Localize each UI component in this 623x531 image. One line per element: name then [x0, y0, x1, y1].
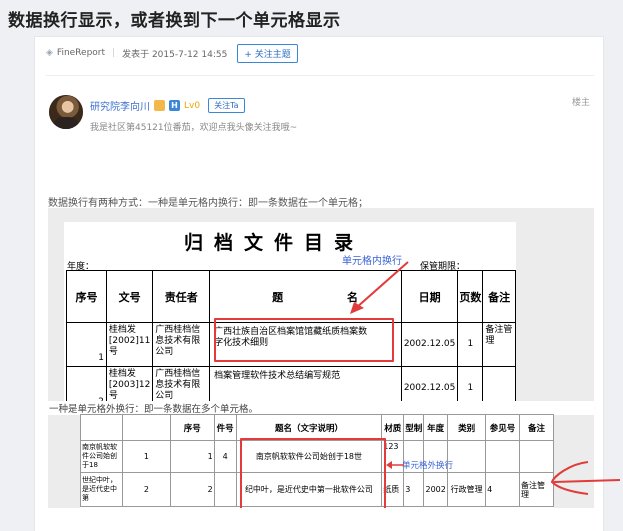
cell-no2: 1 — [169, 440, 215, 473]
posted-time: 发表于 2015-7-12 14:55 — [122, 49, 228, 60]
annotation-out-cell: 单元格外换行 — [402, 461, 454, 471]
hand-badge-icon — [154, 100, 165, 111]
header-cell: 类别 — [447, 414, 487, 441]
author-name[interactable]: 研究院李向川 — [90, 98, 150, 113]
header-cell: 备注 — [482, 270, 516, 323]
header-cell — [121, 414, 171, 441]
avatar-body — [53, 117, 79, 129]
header-title-char: 题 — [272, 290, 284, 304]
header-cell: 备注 — [519, 414, 554, 441]
avatar[interactable] — [49, 95, 83, 129]
cell-owner: 广西桂档信息技术有限公司 — [152, 322, 211, 367]
header-cell: 参见号 — [485, 414, 520, 441]
post-meta: ◈ FineReport | 发表于 2015-7-12 14:55 + 关注主… — [46, 43, 298, 63]
body-second: 一种是单元格外换行：即一条数据在多个单元格。 — [48, 401, 594, 415]
follow-topic-button[interactable]: + 关注主题 — [237, 43, 298, 63]
cell-no: 1 — [66, 322, 107, 367]
document-title: 归档文件目录 — [184, 232, 365, 254]
tag-icon: ◈ — [46, 48, 53, 58]
header-cell — [80, 414, 123, 441]
arrow-icon — [350, 261, 409, 314]
header-cell: 序号 — [66, 270, 107, 323]
cell-left: 世纪中叶，是近代史中第 — [80, 472, 123, 507]
category-link[interactable]: FineReport — [57, 48, 105, 58]
hand-drawn-arrow-icon — [550, 461, 621, 495]
table-header-row: 序号 件号 题名（文字说明） 材质 型制 年度 类别 参见号 备注 — [80, 414, 554, 441]
table-header-row: 序号 文号 责任者 题 名 日期 页数 备注 — [66, 270, 516, 323]
cell-ref — [485, 440, 520, 473]
extended-document: 序号 件号 题名（文字说明） 材质 型制 年度 类别 参见号 备注 南京帆软软件… — [80, 414, 554, 508]
cell-item: 4 — [213, 440, 237, 473]
header-cell: 型制 — [403, 414, 425, 441]
cell-file: 桂档发[2002]11号 — [105, 322, 154, 367]
cell-no: 2 — [121, 472, 171, 507]
cell-item — [213, 472, 237, 507]
archive-document: 归档文件目录 单元格内换行 年度： 保管期限： 序号 文号 责任者 题 名 日期… — [64, 222, 516, 412]
cell-ref: 4 — [485, 472, 520, 507]
body-intro: 数据换行有两种方式：一种是单元格内换行：即一条数据在一个单元格； — [48, 198, 368, 209]
header-cell: 件号 — [213, 414, 237, 441]
author-intro: 我是社区第45121位番茄，欢迎点我头像关注我哦~ — [90, 123, 298, 133]
arrow-icon — [386, 461, 404, 469]
header-cell: 责任者 — [152, 270, 211, 323]
cell-no2: 2 — [169, 472, 215, 507]
cell-category: 行政管理 — [447, 472, 487, 507]
post-title: 数据换行显示，或者换到下一个单元格显示 — [8, 11, 341, 31]
highlight-box — [214, 318, 394, 362]
header-cell: 文号 — [105, 270, 154, 323]
embedded-screenshot: 归档文件目录 单元格内换行 年度： 保管期限： 序号 文号 责任者 题 名 日期… — [48, 208, 594, 508]
cell-category — [447, 440, 487, 473]
meta-divider: | — [112, 48, 116, 58]
cell-type: 3 — [403, 472, 425, 507]
floor-label: 楼主 — [572, 98, 591, 108]
divider — [46, 75, 594, 76]
cell-year: 2002 — [423, 472, 449, 507]
cell-pages: 1 — [457, 322, 484, 367]
header-cell: 材质 — [381, 414, 405, 441]
highlight-box — [240, 438, 386, 508]
header-cell: 年度 — [423, 414, 449, 441]
cell-left: 南京帆软软件公司始创于18 — [80, 440, 123, 473]
header-cell: 序号 — [169, 414, 215, 441]
author-line: 研究院李向川 H Lv0 关注Ta — [90, 98, 245, 113]
level-badge: Lv0 — [184, 100, 201, 111]
h-badge-icon: H — [169, 100, 180, 111]
header-cell: 题名（文字说明） — [235, 414, 383, 441]
follow-user-button[interactable]: 关注Ta — [208, 98, 245, 113]
cell-date: 2002.12.05 — [400, 322, 459, 367]
cell-remark: 备注管理 — [482, 322, 516, 367]
cell-no: 1 — [121, 440, 171, 473]
header-cell: 页数 — [457, 270, 484, 323]
